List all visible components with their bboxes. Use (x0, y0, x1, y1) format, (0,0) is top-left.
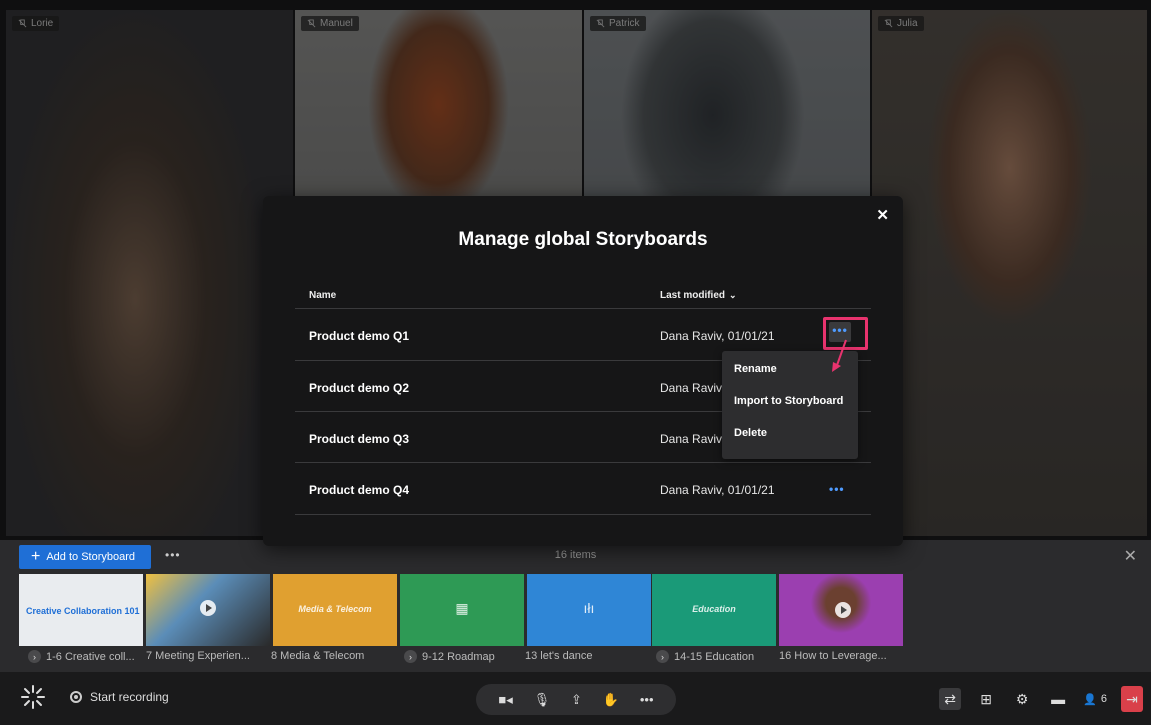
thumbnail-caption[interactable]: 13 let's dance (525, 650, 593, 662)
chevron-right-icon[interactable]: › (404, 650, 417, 663)
storyboard-item-count: 16 items (554, 549, 597, 561)
thumbnail-caption[interactable]: › 9-12 Roadmap (404, 650, 495, 663)
thumbnail-title: Education (692, 604, 736, 614)
microphone-icon[interactable]: 🎙 (534, 692, 551, 708)
close-storyboard-icon[interactable]: ✕ (1124, 546, 1137, 566)
thumbnail-caption[interactable]: 16 How to Leverage... (779, 650, 887, 662)
participant-count: 6 (1100, 693, 1107, 705)
row-more-button[interactable]: ••• (829, 482, 845, 496)
menu-item-import[interactable]: Import to Storyboard (722, 396, 858, 428)
thumbnail-title: Creative Collaboration 101 (26, 606, 140, 616)
thumbnail-caption[interactable]: 7 Meeting Experien... (146, 650, 250, 662)
media-controls: ■◂ 🎙 ⇪ ✋ ••• (476, 684, 676, 715)
storyboard-panel: + Add to Storyboard ••• 16 items ✕ Creat… (0, 540, 1151, 672)
chevron-right-icon[interactable]: › (28, 650, 41, 663)
pointer-arrow-icon (832, 339, 847, 372)
play-icon (835, 602, 851, 618)
settings-icon[interactable]: ⚙ (1011, 688, 1033, 710)
record-icon (70, 691, 82, 703)
storyboard-name: Product demo Q4 (309, 483, 410, 497)
start-recording-button[interactable]: Start recording (70, 690, 169, 704)
storyboard-thumbnail[interactable]: Media & Telecom (273, 574, 397, 646)
storyboard-thumbnail[interactable]: ıłı (527, 574, 651, 646)
app-logo-icon (21, 685, 45, 709)
manage-storyboards-dialog: ✕ Manage global Storyboards Name Last mo… (263, 196, 903, 546)
play-icon (200, 600, 216, 616)
close-icon[interactable]: ✕ (876, 206, 889, 224)
person-icon: 👤 (1083, 693, 1097, 706)
record-label: Start recording (90, 690, 169, 704)
storyboard-name: Product demo Q1 (309, 329, 410, 343)
last-modified: Dana Raviv, (660, 432, 725, 446)
conference-app: Lorie Manuel Patrick Julia + Add to Stor… (0, 0, 1151, 725)
thumbnail-caption[interactable]: › 1-6 Creative coll... (28, 650, 135, 663)
thumbnail-caption[interactable]: › 14-15 Education (656, 650, 754, 663)
leave-meeting-button[interactable]: ⇥ (1121, 686, 1143, 712)
bottom-toolbar: Start recording ■◂ 🎙 ⇪ ✋ ••• ⇄ ⊞ ⚙ ▬ 👤 6… (0, 672, 1151, 725)
last-modified: Dana Raviv, (660, 381, 725, 395)
exit-icon: ⇥ (1126, 690, 1138, 707)
storyboard-name: Product demo Q3 (309, 432, 410, 446)
last-modified: Dana Raviv, 01/01/21 (660, 329, 775, 343)
grid-layout-icon[interactable]: ⊞ (975, 688, 997, 710)
thumbnail-caption[interactable]: 8 Media & Telecom (271, 650, 364, 662)
menu-item-delete[interactable]: Delete (722, 428, 858, 460)
dialog-title: Manage global Storyboards (458, 229, 708, 250)
camera-icon[interactable]: ■◂ (498, 692, 512, 708)
table-icon: ▦ (455, 600, 469, 616)
table-row[interactable]: Product demo Q4 Dana Raviv, 01/01/21 ••• (295, 462, 871, 514)
last-modified: Dana Raviv, 01/01/21 (660, 483, 775, 497)
chat-icon[interactable]: ▬ (1047, 688, 1069, 710)
participants-button[interactable]: 👤 6 (1083, 693, 1107, 706)
column-header-name[interactable]: Name (309, 290, 336, 301)
storyboard-thumbnail[interactable] (779, 574, 903, 646)
storyboard-toggle-icon[interactable]: ⇄ (939, 688, 962, 710)
divider (295, 514, 871, 515)
right-controls: ⇄ ⊞ ⚙ ▬ 👤 6 ⇥ (939, 684, 1143, 714)
storyboard-thumbnail[interactable] (146, 574, 270, 646)
column-header-last-modified[interactable]: Last modified ⌄ (660, 290, 737, 301)
more-options-icon[interactable]: ••• (640, 692, 654, 707)
chevron-right-icon[interactable]: › (656, 650, 669, 663)
raise-hand-icon[interactable]: ✋ (603, 692, 619, 708)
storyboard-thumbnail[interactable]: ▦ (400, 574, 524, 646)
share-screen-icon[interactable]: ⇪ (571, 692, 582, 708)
audio-icon: ıłı (583, 600, 595, 616)
storyboard-thumbnail[interactable]: Creative Collaboration 101 (19, 574, 143, 646)
storyboard-name: Product demo Q2 (309, 381, 410, 395)
storyboard-thumbnail[interactable]: Education (652, 574, 776, 646)
chevron-down-icon: ⌄ (729, 290, 737, 300)
thumbnail-title: Media & Telecom (298, 604, 372, 614)
